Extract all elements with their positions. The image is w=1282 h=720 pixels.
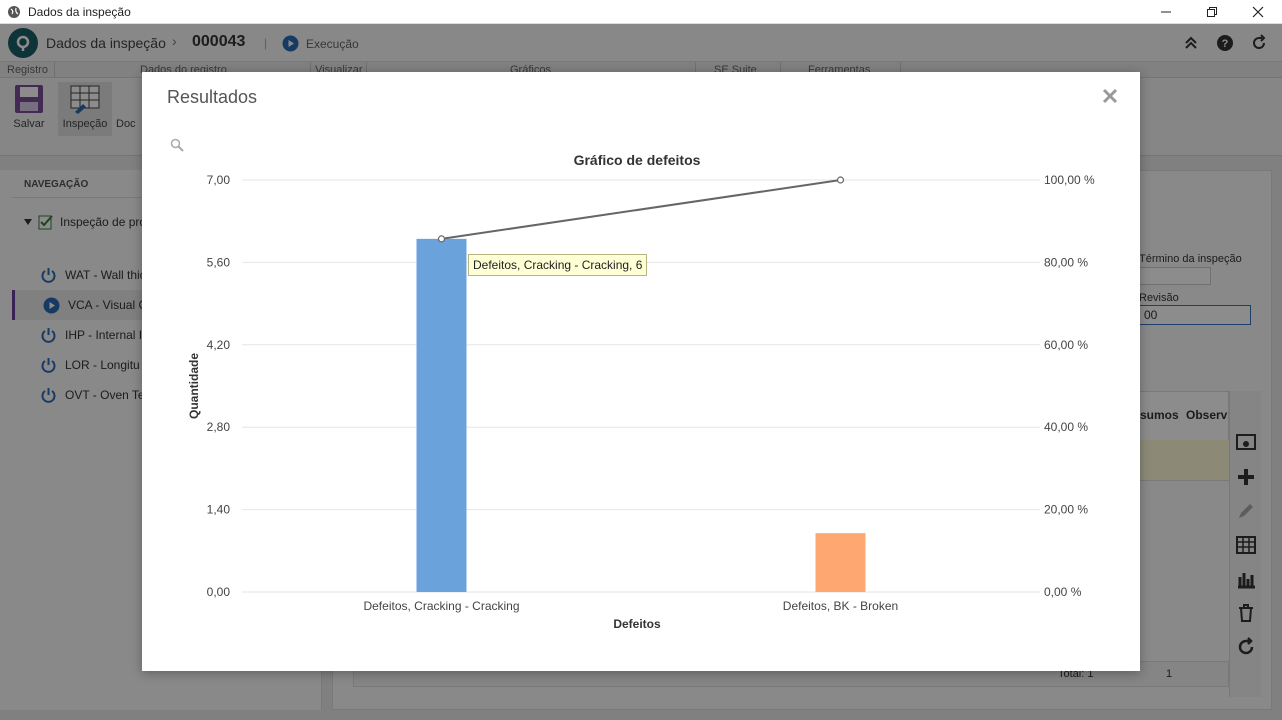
- y2-tick-label: 60,00 %: [1044, 338, 1088, 352]
- y-tick-label: 4,20: [207, 338, 231, 352]
- chart-title: Gráfico de defeitos: [574, 152, 701, 168]
- y2-tick-label: 40,00 %: [1044, 420, 1088, 434]
- close-icon: [1252, 6, 1264, 18]
- window-title: Dados da inspeção: [28, 5, 131, 19]
- close-window-button[interactable]: [1235, 0, 1281, 24]
- y-tick-label: 7,00: [207, 173, 231, 187]
- x-axis-label: Defeitos: [613, 617, 661, 631]
- minimize-button[interactable]: [1143, 0, 1189, 24]
- y-tick-label: 0,00: [207, 585, 231, 599]
- bar: [416, 238, 467, 592]
- x-tick-label: Defeitos, Cracking - Cracking: [363, 599, 519, 613]
- y-axis-label: Quantidade: [187, 353, 201, 419]
- window-titlebar: Dados da inspeção: [0, 0, 1282, 24]
- y-tick-label: 2,80: [207, 420, 231, 434]
- y2-tick-label: 0,00 %: [1044, 585, 1082, 599]
- results-modal: Resultados Gráfico de defeitos 0,00 1,40 2…: [142, 72, 1140, 671]
- cumulative-line: [441, 179, 841, 240]
- globe-icon: [8, 6, 20, 18]
- restore-button[interactable]: [1189, 0, 1235, 24]
- y2-tick-label: 20,00 %: [1044, 503, 1088, 517]
- y-tick-label: 1,40: [207, 503, 231, 517]
- bar: [815, 533, 866, 592]
- cumulative-point: [437, 235, 446, 243]
- chart-tooltip: Defeitos, Cracking - Cracking, 6: [468, 254, 648, 276]
- x-tick-label: Defeitos, BK - Broken: [783, 599, 898, 613]
- y2-tick-label: 80,00 %: [1044, 255, 1088, 269]
- minimize-icon: [1161, 11, 1171, 13]
- restore-icon: [1207, 7, 1217, 17]
- defects-chart: Gráfico de defeitos 0,00 1,40 2,80 4,20 5,60…: [187, 152, 1095, 631]
- cumulative-point: [836, 176, 845, 184]
- y-tick-label: 5,60: [207, 255, 231, 269]
- y2-tick-label: 100,00 %: [1044, 173, 1095, 187]
